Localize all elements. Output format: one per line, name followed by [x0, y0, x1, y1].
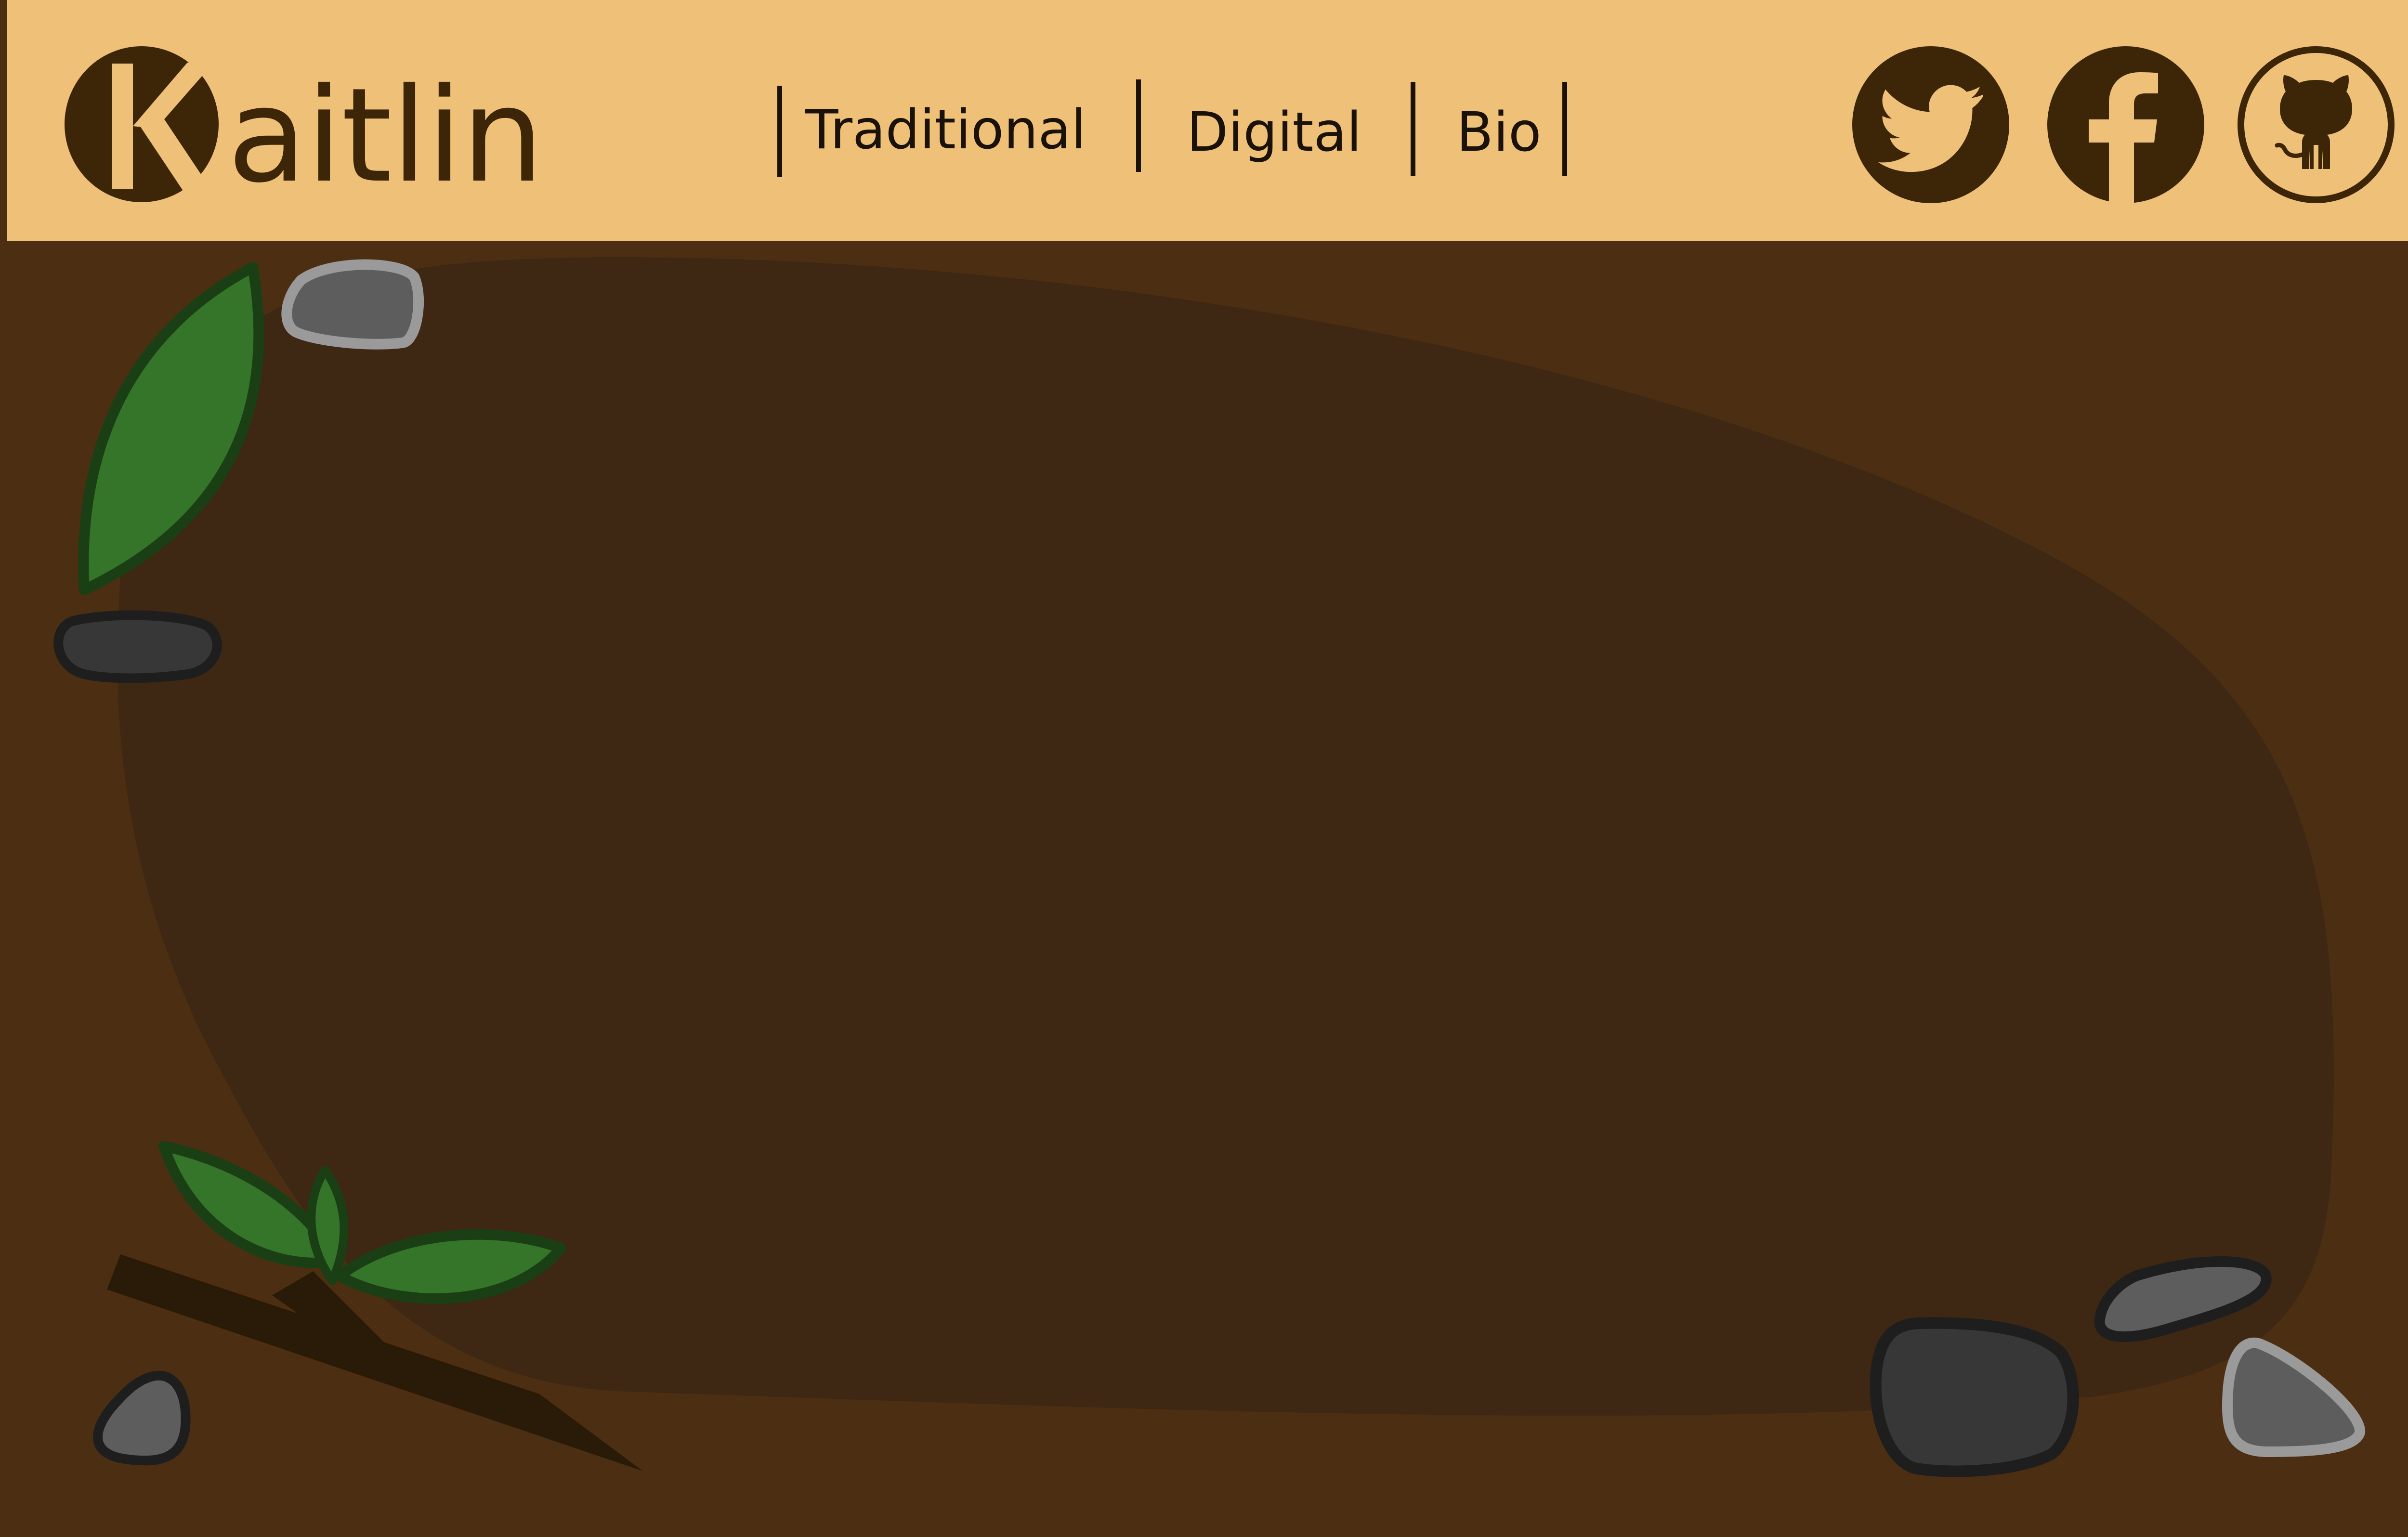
- pebble-bottom-left: [93, 1370, 191, 1466]
- nav-separator: [1562, 82, 1567, 176]
- nav-traditional[interactable]: Traditional: [805, 96, 1086, 164]
- facebook-link[interactable]: [2047, 46, 2204, 203]
- pebble-left-dark: [53, 610, 222, 683]
- pebble-top-light: [281, 259, 424, 350]
- facebook-icon: [2089, 72, 2158, 203]
- github-link[interactable]: [2238, 46, 2395, 203]
- github-icon: [2275, 75, 2352, 169]
- twitter-link[interactable]: [1852, 46, 2009, 203]
- nav-separator: [1136, 79, 1141, 172]
- pebble-bottom-right-light: [2222, 1337, 2365, 1458]
- nav-digital[interactable]: Digital: [1187, 99, 1361, 166]
- twitter-icon: [1878, 85, 1983, 172]
- header-edge: [0, 176, 7, 241]
- nav-bio[interactable]: Bio: [1456, 99, 1541, 166]
- page: aitlin Traditional Digital Bio: [0, 0, 2408, 1537]
- nav-separator: [777, 86, 782, 177]
- rock-bottom-right-large: [1870, 1317, 2079, 1477]
- nav-separator: [1411, 82, 1415, 176]
- site-header: aitlin Traditional Digital Bio: [7, 0, 2408, 241]
